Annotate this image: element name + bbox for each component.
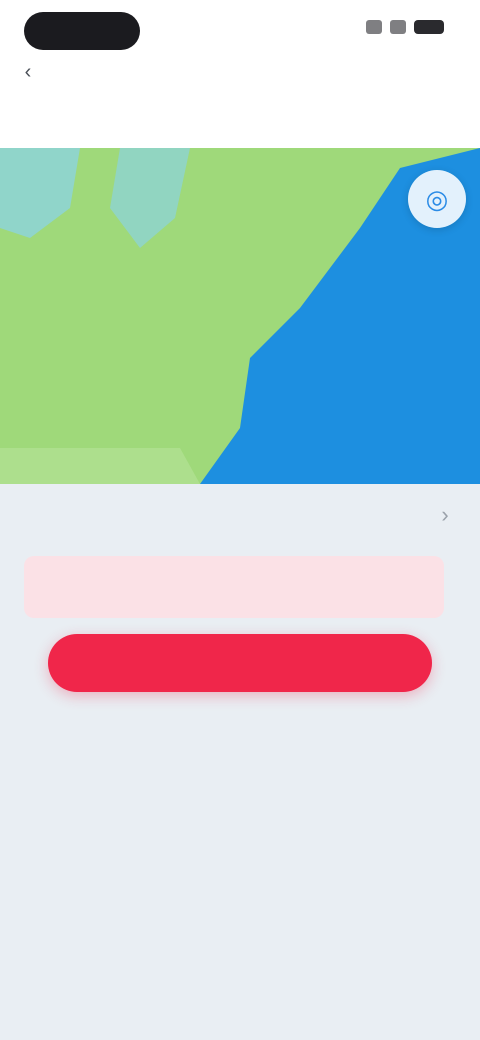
map-view[interactable]: ◎: [0, 148, 480, 484]
battery-icon: [414, 20, 444, 34]
status-bar: [0, 0, 480, 60]
wifi-icon: [390, 20, 406, 34]
signal-icon: [366, 20, 382, 34]
primary-action-button[interactable]: [48, 634, 432, 692]
alert-banner: [24, 556, 444, 618]
chevron-right-icon[interactable]: ›: [430, 500, 460, 530]
map-land-shade: [0, 448, 200, 484]
header: ‹: [0, 52, 480, 148]
dynamic-island: [24, 12, 140, 50]
status-icons: [366, 20, 444, 34]
compass-icon[interactable]: ◎: [408, 170, 466, 228]
chevron-left-icon[interactable]: ‹: [14, 58, 42, 86]
